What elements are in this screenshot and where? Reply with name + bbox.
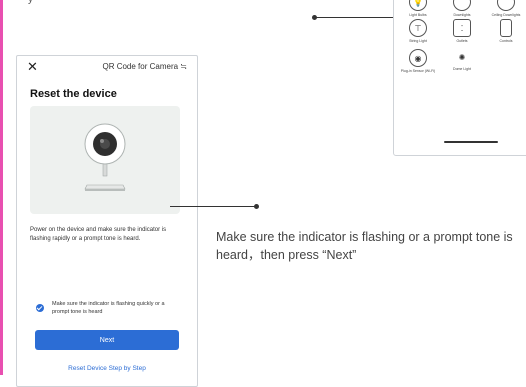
list-callout-line [315, 17, 393, 18]
bulb-icon: 💡 [409, 0, 427, 11]
close-icon[interactable]: ✕ [27, 60, 38, 73]
page-title: Reset the device [30, 88, 117, 100]
outlet-icon: ⁚ [453, 19, 471, 37]
device-item[interactable]: Controls [486, 19, 526, 43]
check-circle-icon[interactable] [36, 304, 44, 312]
page-edge-bar [0, 0, 3, 375]
reset-step-link[interactable]: Reset Device Step by Step [17, 365, 197, 372]
device-item[interactable]: ⁚ Outlets [442, 19, 482, 43]
device-item[interactable]: Ceiling Downlights [486, 0, 526, 17]
annotation-text: Make sure the indicator is flashing or a… [216, 230, 513, 262]
device-list-panel: 💡 Light Bulbs Downlights Ceiling Downlig… [393, 0, 526, 156]
phone-screen: ✕ QR Code for Camera ≒ Reset the device … [16, 55, 198, 387]
header-title[interactable]: QR Code for Camera ≒ [102, 62, 187, 71]
device-item[interactable]: Downlights [442, 0, 482, 17]
dome-light-icon: ✺ [458, 52, 466, 62]
downlight-icon [453, 0, 471, 11]
device-item[interactable]: ◉ Plug-in Sensor (Wi-Fi) [398, 49, 438, 73]
device-item[interactable]: ⊤ String Light [398, 19, 438, 43]
device-item[interactable]: 💡 Light Bulbs [398, 0, 438, 17]
next-button[interactable]: Next [35, 330, 179, 350]
string-light-icon: ⊤ [409, 19, 427, 37]
callout-line [170, 206, 256, 207]
home-indicator [444, 141, 498, 143]
ceiling-light-icon [497, 0, 515, 11]
phone-header: ✕ QR Code for Camera ≒ [17, 56, 197, 80]
callout-dot [254, 204, 259, 209]
checkbox-label: Make sure the indicator is flashing quic… [52, 301, 165, 315]
text-fragment: y [28, 0, 33, 5]
plug-sensor-icon: ◉ [409, 49, 427, 67]
instruction-text: Power on the device and make sure the in… [30, 227, 167, 242]
device-item[interactable]: ✺ Dome Light [442, 49, 482, 72]
device-image-card [30, 106, 180, 214]
control-icon [500, 19, 512, 37]
camera-icon [84, 123, 126, 191]
